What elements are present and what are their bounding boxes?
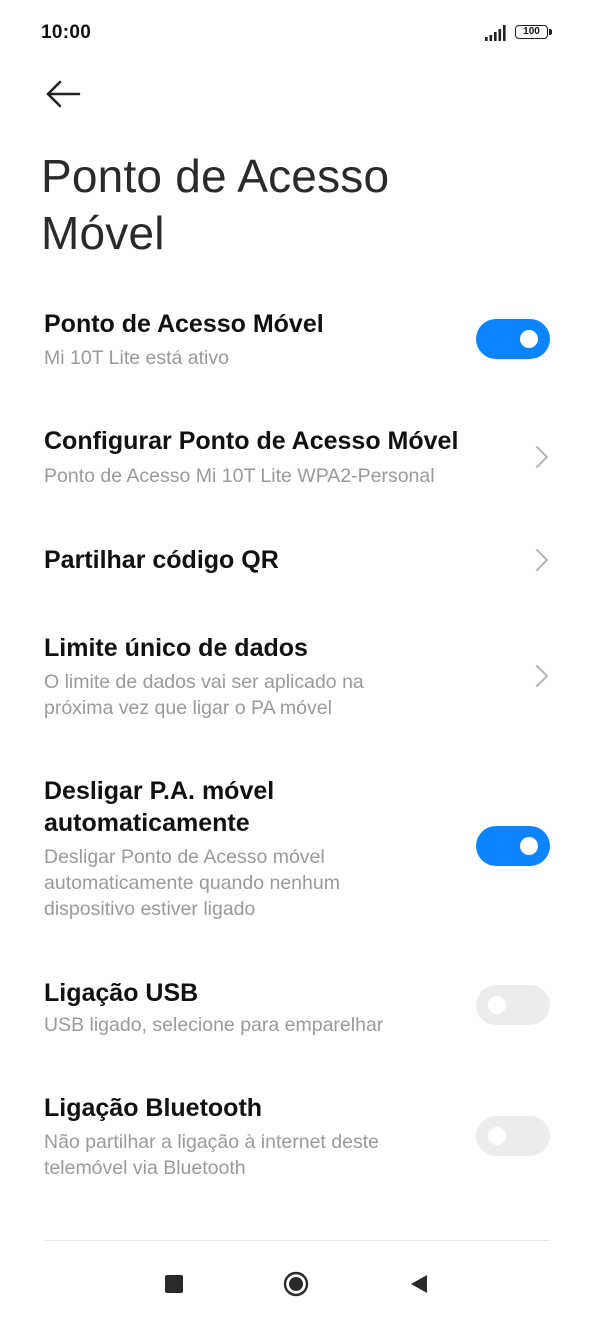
auto-off-subtitle-line3: dispositivo estiver ligado (44, 898, 256, 920)
hotspot-settings-screen: 10:00 100 Ponto de Acesso Móvel Ponto de… (0, 0, 594, 1320)
hotspot-toggle[interactable] (476, 319, 550, 359)
battery-icon: 100 (515, 24, 555, 42)
back-button[interactable] (36, 70, 92, 120)
data-limit-row[interactable]: Limite único de dados O limite de dados … (0, 626, 594, 726)
status-bar: 10:00 100 (0, 0, 594, 66)
data-limit-subtitle-line1: O limite de dados vai ser aplicado na (44, 671, 364, 693)
toggle-knob (488, 996, 506, 1014)
hotspot-title: Ponto de Acesso Móvel (44, 310, 324, 338)
configure-subtitle: Ponto de Acesso Mi 10T Lite WPA2-Persona… (44, 465, 435, 487)
arrow-left-icon (46, 80, 81, 108)
auto-off-title-line2: automaticamente (44, 809, 250, 837)
usb-subtitle: USB ligado, selecione para emparelhar (44, 1014, 384, 1036)
toggle-knob (520, 837, 538, 855)
hotspot-toggle-row[interactable]: Ponto de Acesso Móvel Mi 10T Lite está a… (0, 300, 594, 390)
divider (44, 1240, 550, 1241)
share-qr-title: Partilhar código QR (44, 546, 279, 574)
page-title: Ponto de Acesso Móvel (41, 150, 390, 259)
bluetooth-title: Ligação Bluetooth (44, 1094, 263, 1122)
configure-title: Configurar Ponto de Acesso Móvel (44, 427, 459, 455)
status-time: 10:00 (41, 22, 92, 43)
navigation-bar (0, 1242, 594, 1320)
auto-off-subtitle-line2: automaticamente quando nenhum (44, 872, 340, 894)
share-qr-row[interactable]: Partilhar código QR (0, 530, 594, 590)
bluetooth-toggle[interactable] (476, 1116, 550, 1156)
auto-off-toggle[interactable] (476, 826, 550, 866)
usb-title: Ligação USB (44, 979, 199, 1007)
toggle-knob (488, 1127, 506, 1145)
square-recent-apps-icon[interactable] (165, 1275, 183, 1293)
auto-off-subtitle-line1: Desligar Ponto de Acesso móvel (44, 846, 325, 868)
data-limit-subtitle-line2: próxima vez que ligar o PA móvel (44, 697, 332, 719)
usb-toggle[interactable] (476, 985, 550, 1025)
toggle-knob (520, 330, 538, 348)
hotspot-subtitle: Mi 10T Lite está ativo (44, 347, 229, 369)
auto-off-row[interactable]: Desligar P.A. móvel automaticamente Desl… (0, 770, 594, 930)
chevron-right-icon (536, 549, 548, 571)
bluetooth-subtitle-line1: Não partilhar a ligação à internet deste (44, 1131, 379, 1153)
chevron-right-icon (536, 665, 548, 687)
battery-tip (549, 29, 552, 35)
signal-bars-icon (485, 25, 506, 41)
auto-off-title-line1: Desligar P.A. móvel (44, 777, 275, 805)
configure-hotspot-row[interactable]: Configurar Ponto de Acesso Móvel Ponto d… (0, 417, 594, 507)
data-limit-title: Limite único de dados (44, 634, 308, 662)
triangle-back-icon[interactable] (408, 1273, 430, 1295)
circle-home-icon[interactable] (283, 1271, 309, 1297)
bluetooth-tethering-row[interactable]: Ligação Bluetooth Não partilhar a ligaçã… (0, 1088, 594, 1188)
chevron-right-icon (536, 446, 548, 468)
battery-level: 100 (515, 25, 548, 39)
bluetooth-subtitle-line2: telemóvel via Bluetooth (44, 1157, 246, 1179)
usb-tethering-row[interactable]: Ligação USB USB ligado, selecione para e… (0, 970, 594, 1050)
